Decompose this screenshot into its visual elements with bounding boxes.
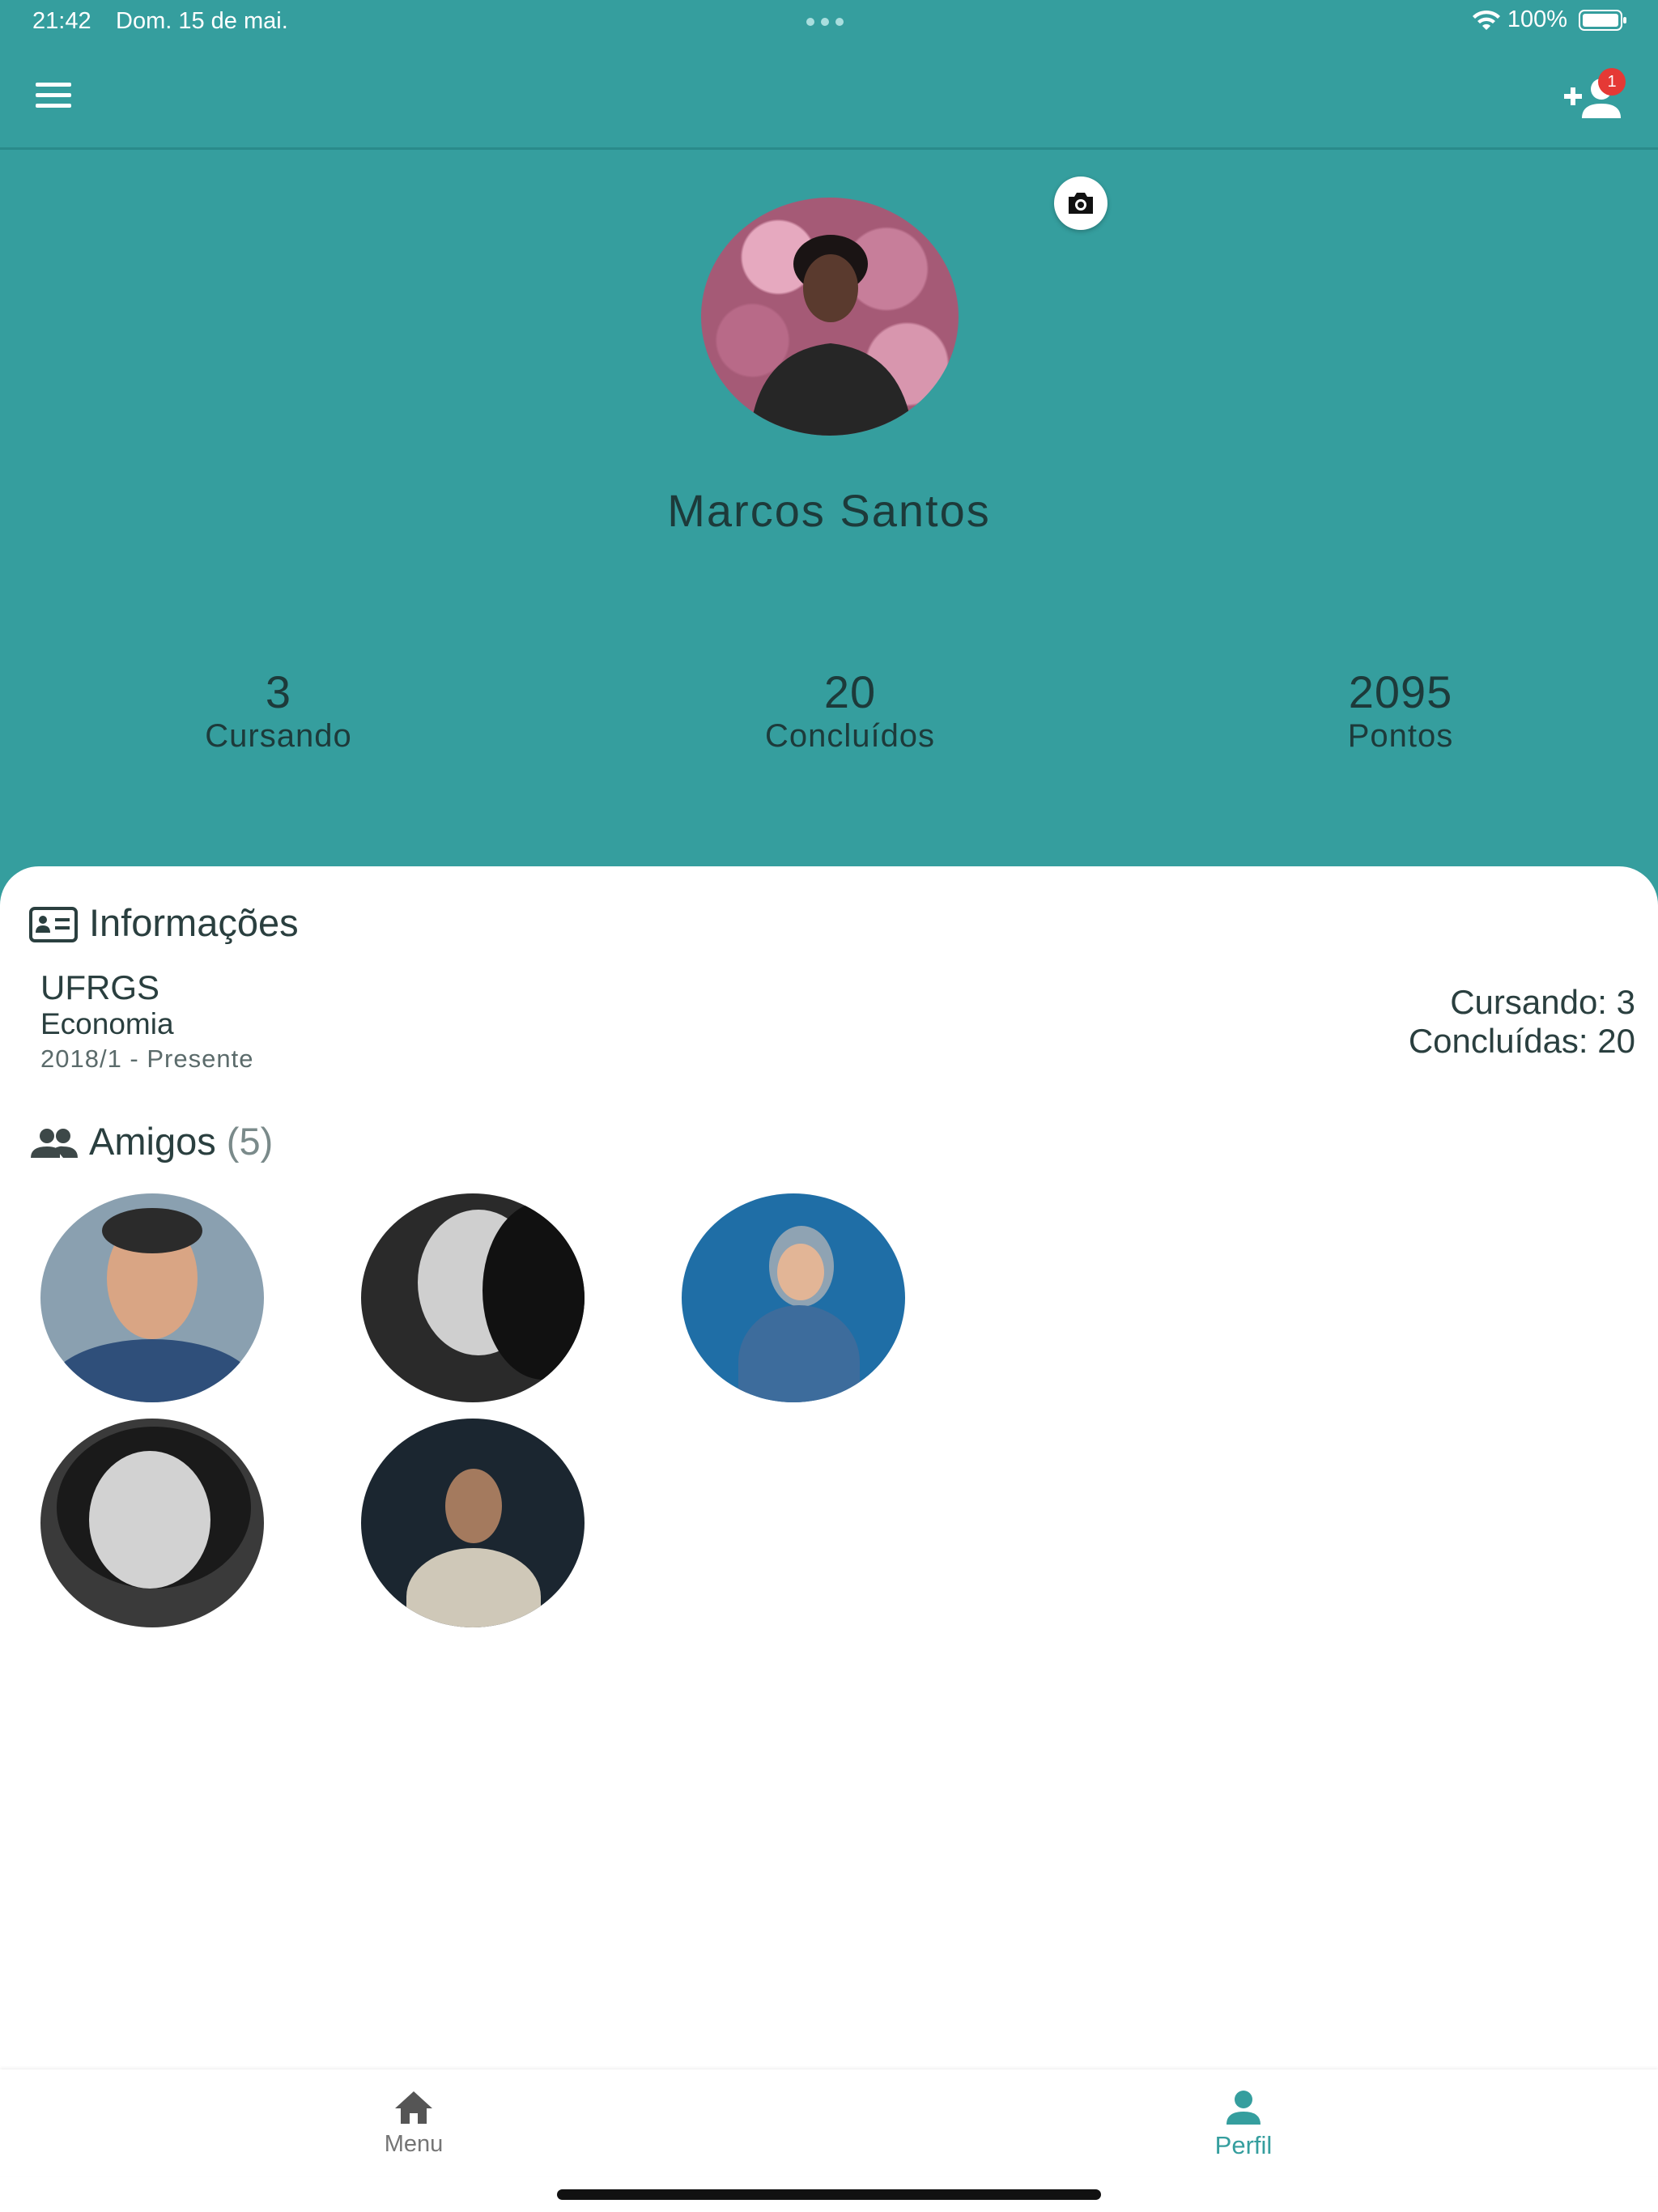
stat-pontos[interactable]: 2095 Pontos [1239,667,1562,755]
stat-value: 3 [265,666,292,717]
friend-avatar-2[interactable] [361,1193,585,1402]
battery-icon [1579,9,1626,31]
id-card-icon [29,907,78,942]
stat-cursando[interactable]: 3 Cursando [117,667,440,755]
battery-percent: 100% [1507,6,1567,32]
change-photo-button[interactable] [1054,177,1107,230]
notification-badge: 1 [1598,68,1626,96]
friend-avatar-4[interactable] [40,1419,264,1627]
nav-label: Menu [384,2131,444,2157]
multitasking-dots-icon[interactable] [806,18,844,26]
stat-label: Concluídos [764,718,936,754]
friend-avatar-5[interactable] [361,1419,585,1627]
profile-avatar[interactable] [701,198,959,436]
stat-label: Pontos [1347,718,1454,754]
profile-header: 21:42 Dom. 15 de mai. 100% 1 Marcos Sant… [0,0,1658,923]
status-bar: 21:42 Dom. 15 de mai. 100% [0,0,1658,45]
stat-value: 2095 [1348,666,1453,717]
friend-avatar-1[interactable] [40,1193,264,1402]
bottom-navigation [0,2069,1658,2176]
concluidas-count: Concluídas: 20 [1408,1022,1635,1060]
course-summary: Cursando: 3 Concluídas: 20 [1409,983,1635,1061]
nav-perfil[interactable]: Perfil [1163,2089,1324,2160]
university-name: UFRGS [40,968,159,1006]
appbar-divider [0,147,1658,150]
status-date: Dom. 15 de mai. [116,8,288,34]
friends-count: (5) [226,1120,274,1163]
cursando-count: Cursando: 3 [1450,983,1635,1021]
profile-name: Marcos Santos [667,485,991,536]
course-period: 2018/1 - Presente [40,1044,254,1073]
people-icon [31,1129,78,1158]
camera-icon [1069,193,1093,214]
stat-value: 20 [823,666,877,717]
status-time: 21:42 [32,8,91,34]
course-name: Economia [40,1007,174,1040]
friends-section-title: Amigos (5) [89,1119,273,1163]
friend-avatar-3[interactable] [682,1193,905,1402]
home-icon [395,2091,432,2124]
wifi-icon [1472,10,1500,30]
friends-title: Amigos [89,1120,216,1163]
hamburger-menu-icon[interactable] [32,78,78,113]
stat-concluidos[interactable]: 20 Concluídos [688,667,1012,755]
nav-label: Perfil [1214,2131,1273,2159]
info-section-title: Informações [89,901,299,944]
stat-label: Cursando [205,718,352,754]
person-icon [1226,2091,1261,2125]
home-indicator[interactable] [557,2189,1101,2200]
nav-menu[interactable]: Menu [333,2089,495,2158]
